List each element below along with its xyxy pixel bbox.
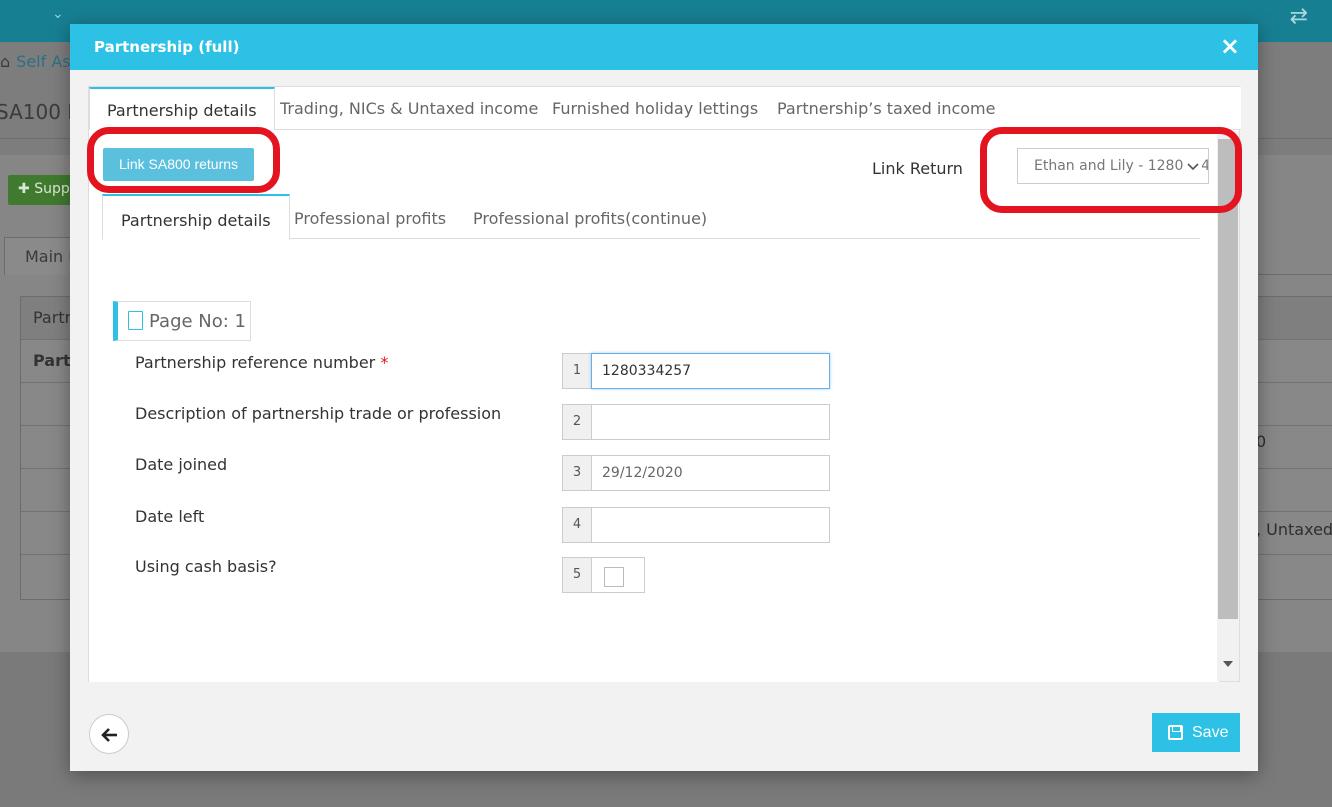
field-label: Using cash basis? (135, 557, 277, 576)
box-number: 1 (562, 353, 592, 389)
form-row-description: Description of partnership trade or prof… (135, 404, 835, 442)
inner-tabs: Partnership details Professional profits… (102, 194, 1200, 240)
checkbox-wrapper (591, 557, 645, 593)
page-number-badge: Page No: 1 (113, 301, 251, 341)
subtab-professional-profits-continue[interactable]: Professional profits(continue) (473, 194, 707, 239)
modal-content: Partnership details Trading, NICs & Unta… (88, 86, 1241, 682)
modal-title: Partnership (full) (94, 38, 240, 56)
subtab-professional-profits[interactable]: Professional profits (294, 194, 446, 239)
chevron-down-icon: ⌄ (52, 6, 64, 22)
box-number: 2 (562, 404, 592, 440)
link-sa800-button[interactable]: Link SA800 returns (103, 148, 254, 181)
support-button: ✚ Supp (8, 175, 78, 205)
tab-taxed-income[interactable]: Partnership’s taxed income (777, 87, 995, 130)
box-number: 4 (562, 507, 592, 543)
arrow-left-icon (101, 728, 117, 742)
field-label: Date joined (135, 455, 228, 474)
partnership-modal: Partnership (full) × Partnership details… (70, 24, 1258, 771)
form-row-reference: Partnership reference number * 1 (135, 353, 835, 391)
required-marker: * (380, 353, 389, 372)
link-return-label: Link Return (872, 159, 963, 178)
home-icon: ⌂ (0, 52, 11, 71)
scroll-down-icon[interactable] (1223, 661, 1233, 667)
form-row-date-left: Date left 4 (135, 507, 835, 545)
date-joined-input[interactable] (591, 455, 830, 491)
tab-trading-nics[interactable]: Trading, NICs & Untaxed income (280, 87, 538, 130)
field-label: Description of partnership trade or prof… (135, 404, 502, 423)
outer-tabs: Partnership details Trading, NICs & Unta… (89, 87, 1241, 131)
tab-panel: Link SA800 returns Link Return Ethan and… (89, 130, 1219, 682)
document-icon (128, 311, 143, 330)
partnership-reference-input[interactable] (591, 353, 830, 389)
breadcrumb: ⌂ Self Ass (0, 52, 79, 71)
table-cell: , Untaxed i (1256, 520, 1332, 539)
form-row-date-joined: Date joined 3 (135, 455, 835, 493)
swap-icon: ⇄ (1289, 4, 1308, 29)
modal-header: Partnership (full) × (70, 24, 1258, 70)
scrollbar-thumb[interactable] (1218, 139, 1238, 619)
save-button[interactable]: Save (1152, 713, 1240, 752)
field-label: Partnership reference number * (135, 353, 389, 372)
form-row-cash-basis: Using cash basis? 5 (135, 557, 835, 595)
description-input[interactable] (591, 404, 830, 440)
subtab-partnership-details[interactable]: Partnership details (102, 194, 290, 240)
chevron-down-icon (1184, 157, 1202, 175)
modal-footer: Save (70, 700, 1258, 771)
tab-partnership-details[interactable]: Partnership details (89, 87, 275, 131)
link-return-select[interactable]: Ethan and Lily - 1280334257 (1017, 148, 1209, 184)
box-number: 5 (562, 557, 592, 593)
scrollbar[interactable] (1217, 131, 1239, 681)
cash-basis-checkbox[interactable] (604, 567, 624, 587)
back-button[interactable] (89, 714, 129, 754)
close-icon[interactable]: × (1220, 32, 1240, 60)
field-label: Date left (135, 507, 205, 526)
date-left-input[interactable] (591, 507, 830, 543)
tab-furnished-holiday-lettings[interactable]: Furnished holiday lettings (552, 87, 758, 130)
box-number: 3 (562, 455, 592, 491)
save-icon (1168, 725, 1183, 740)
